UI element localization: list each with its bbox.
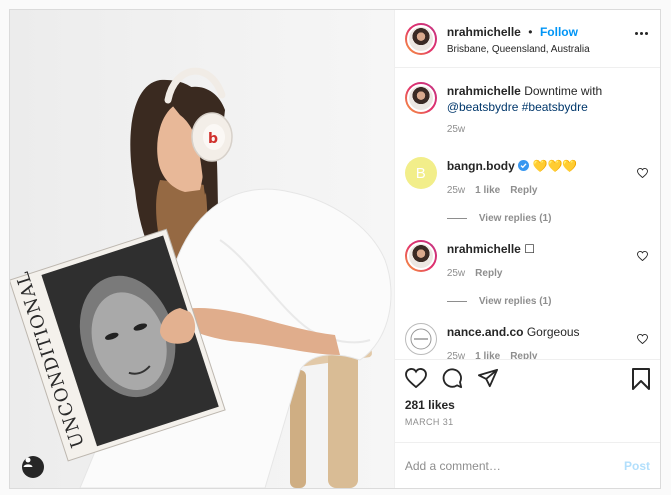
post-comment-button[interactable]: Post (624, 459, 650, 473)
post-date[interactable]: MARCH 31 (405, 417, 650, 427)
list-item: nrahmichelle ☐ 25w Reply (404, 240, 650, 282)
svg-text:b: b (208, 131, 218, 147)
list-item: B bangn.body 💛💛💛 25w 1 like Reply (404, 157, 650, 199)
like-heart-icon[interactable] (404, 367, 427, 393)
caption: nrahmichelle Downtime with @beatsbydre #… (404, 82, 650, 138)
likes-count[interactable]: 281 likes (405, 398, 650, 412)
comment-likes[interactable]: 1 like (475, 183, 500, 199)
comment-input[interactable]: Add a comment… (405, 459, 501, 473)
caption-hashtag[interactable]: #beatsbydre (522, 100, 588, 114)
comment-time[interactable]: 25w (447, 266, 465, 282)
reply-button[interactable]: Reply (510, 183, 537, 199)
post-header: nrahmichelle • Follow Brisbane, Queensla… (394, 10, 660, 68)
comment-username[interactable]: nance.and.co (447, 325, 524, 339)
comment-text: ☐ (524, 242, 535, 256)
comment-text: Gorgeous (526, 325, 580, 339)
author-username[interactable]: nrahmichelle (447, 25, 521, 39)
comment-text: 💛💛💛 (532, 159, 578, 173)
comment-time[interactable]: 25w (447, 183, 465, 199)
list-item: nance.and.co Gorgeous 25w 1 like Reply (404, 323, 650, 359)
comment-composer: Add a comment… Post (394, 442, 660, 488)
post-sidebar: nrahmichelle • Follow Brisbane, Queensla… (393, 10, 660, 488)
comment-icon[interactable] (441, 367, 463, 394)
comment-username[interactable]: bangn.body (447, 159, 515, 173)
reply-button[interactable]: Reply (475, 266, 502, 282)
post-location[interactable]: Brisbane, Queensland, Australia (447, 44, 590, 55)
heart-icon[interactable] (637, 331, 648, 349)
heart-icon[interactable] (637, 248, 648, 266)
comment-avatar[interactable] (404, 323, 437, 355)
view-replies-button[interactable]: View replies (1) (447, 296, 650, 307)
comment-avatar[interactable] (404, 240, 437, 272)
view-replies-button[interactable]: View replies (1) (447, 213, 650, 224)
follow-button[interactable]: Follow (540, 25, 578, 39)
caption-mention[interactable]: @beatsbydre (447, 100, 519, 114)
caption-time[interactable]: 25w (447, 122, 465, 138)
comment-avatar[interactable]: B (404, 157, 437, 189)
comment-time[interactable]: 25w (447, 349, 465, 359)
more-options-icon[interactable] (635, 32, 648, 35)
caption-avatar[interactable] (404, 82, 437, 114)
comment-username[interactable]: nrahmichelle (447, 242, 521, 256)
share-icon[interactable] (477, 368, 499, 393)
reply-button[interactable]: Reply (510, 349, 537, 359)
post-photo[interactable]: b UNCONDITIONAL (10, 10, 394, 488)
photo-illustration: b UNCONDITIONAL (10, 67, 392, 488)
bookmark-icon[interactable] (632, 368, 650, 395)
comments-list: nrahmichelle Downtime with @beatsbydre #… (395, 68, 660, 359)
separator-dot: • (528, 24, 533, 39)
caption-username[interactable]: nrahmichelle (447, 84, 521, 98)
heart-icon[interactable] (637, 165, 648, 183)
verified-icon (518, 160, 530, 171)
comment-likes[interactable]: 1 like (475, 349, 500, 359)
post-modal: b UNCONDITIONAL nrahmichelle • Follow Br… (9, 9, 661, 489)
caption-text: Downtime with (524, 84, 603, 98)
author-avatar[interactable] (404, 22, 437, 55)
post-actions: 281 likes MARCH 31 (394, 359, 660, 442)
user-tag-icon[interactable] (22, 456, 44, 478)
